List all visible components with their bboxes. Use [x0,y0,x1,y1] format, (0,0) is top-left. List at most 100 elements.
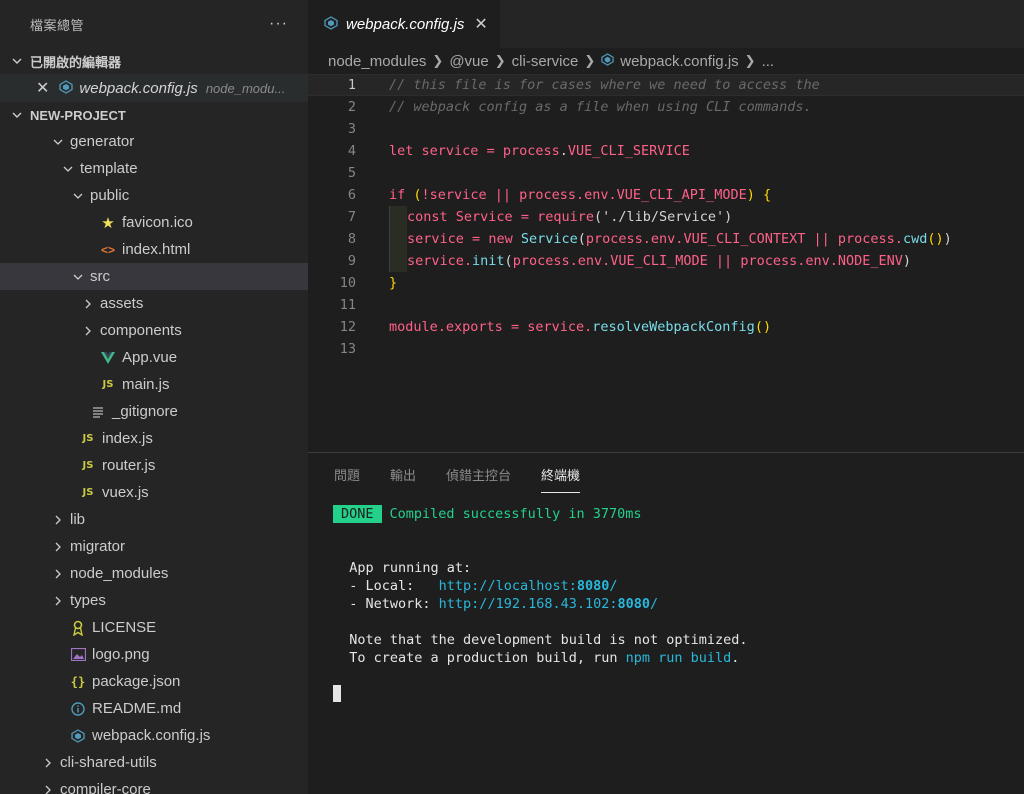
chevron-right-icon: ❯ [432,53,444,68]
code-token: () [754,319,772,335]
line-number: 7 [347,209,356,225]
code-editor[interactable]: 1 // this file is for cases where we nee… [308,74,1024,360]
tab-problems[interactable]: 問題 [334,453,360,495]
code-token: { [762,187,772,203]
tree-file[interactable]: JS router.js [0,452,308,479]
tree-folder[interactable]: cli-shared-utils [0,749,308,776]
tree-file[interactable]: README.md [0,695,308,722]
tree-file[interactable]: <> index.html [0,236,308,263]
open-editor-filename: webpack.config.js [79,79,198,97]
bottom-panel: 問題 輸出 偵錯主控台 終端機 DONE Compiled successfull… [308,452,1024,794]
webpack-icon [324,15,338,33]
code-token: } [389,275,398,291]
json-icon: {} [70,674,86,689]
tree-item-label: router.js [102,457,156,474]
code-token: Service [520,231,578,247]
code-token: service. [527,319,593,335]
tree-item-label: generator [70,133,135,150]
tree-file[interactable]: webpack.config.js [0,722,308,749]
tree-folder[interactable]: generator [0,128,308,155]
line-number: 6 [347,187,356,203]
network-port[interactable]: 8080 [617,596,650,612]
chevron-down-icon [50,136,66,148]
terminal-line: - Local: http://localhost: 8080/ [333,577,1024,595]
tree-file[interactable]: {} package.json [0,668,308,695]
code-token: new [488,231,513,247]
tab-output[interactable]: 輸出 [390,453,416,495]
close-icon[interactable]: ✕ [474,14,487,34]
code-token: service. [407,253,473,269]
chevron-right-icon: ❯ [494,53,506,68]
tree-folder[interactable]: compiler-core [0,776,308,794]
tree-file[interactable]: JS vuex.js [0,479,308,506]
tree-file[interactable]: ★ favicon.ico [0,209,308,236]
chevron-down-icon [70,190,86,202]
tree-folder[interactable]: node_modules [0,560,308,587]
more-actions-icon[interactable]: ··· [269,15,288,33]
breadcrumb-item[interactable]: cli-service [512,53,579,70]
tab-webpack-config[interactable]: webpack.config.js ✕ [308,0,500,48]
local-url[interactable]: http://localhost: [439,578,577,594]
tree-folder[interactable]: lib [0,506,308,533]
terminal-text: Compiled successfully in 3770ms [389,506,642,522]
tree-folder[interactable]: migrator [0,533,308,560]
js-icon: JS [82,487,94,498]
open-editors-section-header[interactable]: 已開啟的編輯器 [0,48,308,74]
local-port[interactable]: 8080 [577,578,610,594]
tree-folder[interactable]: assets [0,290,308,317]
tree-folder[interactable]: public [0,182,308,209]
network-url-slash[interactable]: / [650,596,658,612]
tree-item-label: migrator [70,538,126,555]
code-token: !service [421,187,487,203]
code-token: . [559,143,568,159]
network-url[interactable]: http://192.168.43.102: [439,596,618,612]
chevron-right-icon: ❯ [584,53,596,68]
breadcrumb-item[interactable]: webpack.config.js [620,53,738,70]
open-editor-item[interactable]: ✕ webpack.config.js node_modu... [0,74,308,102]
tree-item-label: index.js [102,430,153,447]
tree-item-label: lib [70,511,86,528]
terminal-text: - Network: [349,596,439,612]
breadcrumb-item[interactable]: node_modules [328,53,426,70]
js-icon: JS [82,460,94,471]
code-line: 4 let service = process.VUE_CLI_SERVICE [308,140,1024,162]
tree-folder[interactable]: src [0,263,308,290]
tree-file[interactable]: LICENSE [0,614,308,641]
tree-file[interactable]: _gitignore [0,398,308,425]
terminal-line: - Network: http://192.168.43.102: 8080/ [333,595,1024,613]
chevron-right-icon [40,757,56,769]
code-token: process.env.VUE_CLI_MODE [512,253,708,269]
tree-item-label: main.js [122,376,170,393]
js-icon: JS [102,379,114,390]
tree-folder[interactable]: template [0,155,308,182]
tab-terminal[interactable]: 終端機 [541,453,581,495]
chevron-down-icon [60,163,76,175]
tab-debug-console[interactable]: 偵錯主控台 [446,453,511,495]
tree-folder[interactable]: types [0,587,308,614]
local-url-slash[interactable]: / [609,578,617,594]
webpack-icon [601,53,614,69]
tree-file[interactable]: logo.png [0,641,308,668]
status-badge: DONE [333,505,382,523]
tree-item-label: App.vue [122,349,178,366]
chevron-right-icon [50,541,66,553]
breadcrumb-item[interactable]: @vue [449,53,488,70]
tree-folder[interactable]: components [0,317,308,344]
code-token: init [472,253,505,269]
terminal-text: Note that the development build is not o… [349,632,748,648]
line-number: 2 [347,99,356,115]
project-section-header[interactable]: NEW-PROJECT [0,102,308,128]
breadcrumb-item[interactable]: ... [762,53,775,70]
js-icon: JS [82,433,94,444]
tree-file[interactable]: JS index.js [0,425,308,452]
chevron-right-icon [50,568,66,580]
code-token: ( [577,231,586,247]
code-token: ) [902,253,912,269]
tree-file[interactable]: App.vue [0,344,308,371]
code-token: './lib/Service' [602,209,725,225]
code-line: 2 // webpack config as a file when using… [308,96,1024,118]
tree-file[interactable]: JS main.js [0,371,308,398]
close-icon[interactable]: ✕ [36,78,49,98]
terminal[interactable]: DONE Compiled successfully in 3770ms App … [308,495,1024,702]
open-editors-label: 已開啟的編輯器 [30,54,122,70]
